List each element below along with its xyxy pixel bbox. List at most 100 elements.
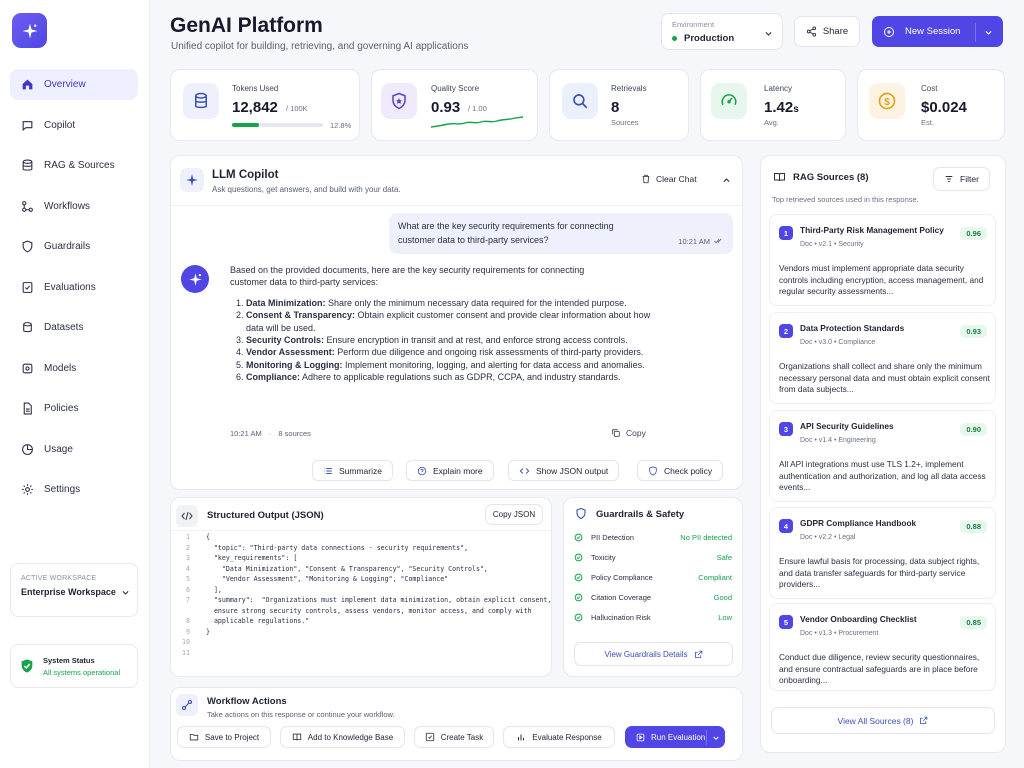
line-number: 1: [186, 533, 190, 541]
source-score: 0.93: [960, 325, 987, 338]
line-number: 2: [186, 543, 190, 552]
run-evaluation-button[interactable]: Run Evaluation: [625, 726, 725, 748]
list-item: Security Controls: Ensure encryption in …: [246, 334, 655, 346]
dollar-coin-icon: $: [869, 83, 905, 119]
database-icon: [20, 159, 34, 173]
line-number: 10: [182, 638, 190, 646]
guardrail-row-policy: Policy Compliance Compliant: [574, 569, 732, 585]
metric-value: $0.024: [921, 99, 967, 116]
source-description: Ensure lawful basis for processing, data…: [779, 556, 980, 590]
filter-icon: [945, 176, 953, 182]
chevron-up-icon[interactable]: [722, 176, 731, 185]
trash-icon: [642, 174, 650, 184]
guardrail-label: Hallucination Risk: [591, 612, 651, 622]
app-logo[interactable]: [12, 13, 47, 48]
check-policy-button[interactable]: Check policy: [637, 460, 724, 481]
add-to-knowledge-base-button[interactable]: Add to Knowledge Base: [280, 726, 405, 748]
share-button[interactable]: Share: [794, 16, 860, 47]
workflow-subtitle: Take actions on this response or continu…: [207, 710, 395, 719]
source-card-3[interactable]: 3 API Security Guidelines Doc • v1.4 • E…: [769, 410, 996, 502]
source-number: 2: [779, 324, 793, 338]
sidebar-item-policies[interactable]: Policies: [10, 393, 138, 424]
gear-icon: [20, 483, 34, 497]
sidebar-item-models[interactable]: Models: [10, 353, 138, 384]
search-icon: [562, 83, 598, 119]
chip-label: Show JSON output: [536, 465, 609, 476]
guardrail-row-citation: Citation Coverage Good: [574, 589, 732, 605]
shield-icon: [649, 465, 657, 476]
bar-chart-icon: [518, 734, 525, 741]
show-json-button[interactable]: Show JSON output: [508, 460, 620, 481]
document-icon: [20, 402, 34, 416]
metric-sub: Sources: [611, 118, 639, 127]
divider: [171, 205, 742, 206]
source-meta: Doc • v3.0 • Compliance: [800, 339, 876, 346]
chevron-down-icon: [765, 31, 772, 36]
action-label: Add to Knowledge Base: [307, 732, 394, 742]
source-card-2[interactable]: 2 Data Protection Standards Doc • v3.0 •…: [769, 312, 996, 404]
line-number: 9: [186, 627, 190, 636]
copy-message-button[interactable]: Copy: [611, 428, 646, 438]
source-card-4[interactable]: 4 GDPR Compliance Handbook Doc • v2.2 • …: [769, 507, 996, 599]
save-to-project-button[interactable]: Save to Project: [177, 726, 271, 748]
sidebar-item-label: Policies: [44, 403, 79, 414]
summarize-button[interactable]: Summarize: [312, 460, 393, 481]
sidebar-item-copilot[interactable]: Copilot: [10, 110, 138, 141]
workflow-icon: [20, 200, 34, 214]
copy-icon: [612, 429, 620, 437]
line-number: 6: [186, 585, 190, 594]
metric-tokens: Tokens Used 12,842 / 100K 12.8%: [170, 69, 360, 141]
source-number: 1: [779, 226, 793, 240]
filter-button[interactable]: Filter: [933, 167, 990, 191]
guardrail-value: Safe: [716, 552, 732, 562]
checklist-icon: [20, 281, 34, 295]
sidebar-item-rag-sources[interactable]: RAG & Sources: [10, 150, 138, 181]
code-line: "Vendor Assessment", "Monitoring & Loggi…: [206, 575, 449, 583]
sidebar-item-datasets[interactable]: Datasets: [10, 312, 138, 343]
check-circle-icon: [574, 573, 583, 581]
sidebar-item-guardrails[interactable]: Guardrails: [10, 231, 138, 262]
view-all-sources-button[interactable]: View All Sources (8): [771, 707, 995, 734]
source-description: Conduct due diligence, review security q…: [779, 652, 980, 686]
create-task-button[interactable]: Create Task: [414, 726, 494, 748]
code-line: "key_requirements": [: [206, 554, 298, 562]
sidebar-item-settings[interactable]: Settings: [10, 474, 138, 505]
sidebar-item-usage[interactable]: Usage: [10, 434, 138, 465]
workspace-selector[interactable]: ACTIVE WORKSPACE Enterprise Workspace: [10, 563, 138, 617]
chevron-down-icon[interactable]: [984, 28, 993, 37]
sidebar-item-workflows[interactable]: Workflows: [10, 191, 138, 222]
help-circle-icon: [417, 466, 427, 475]
requirements-list: Data Minimization: Share only the minimu…: [220, 297, 655, 384]
new-session-button[interactable]: New Session: [872, 16, 1003, 47]
quality-sparkline: [431, 116, 523, 128]
copy-json-button[interactable]: Copy JSON: [485, 504, 543, 525]
source-score: 0.90: [960, 423, 987, 436]
metric-quality: Quality Score 0.93 / 1.00: [371, 69, 538, 141]
sidebar-item-overview[interactable]: Overview: [10, 69, 138, 100]
status-label: System Status: [43, 655, 95, 665]
clear-chat-button[interactable]: Clear Chat: [641, 174, 697, 184]
source-card-1[interactable]: 1 Third-Party Risk Management Policy Doc…: [769, 214, 996, 306]
source-title: GDPR Compliance Handbook: [800, 518, 917, 528]
evaluate-response-button[interactable]: Evaluate Response: [503, 726, 615, 748]
message-sources: 8 sources: [278, 429, 311, 438]
source-card-5[interactable]: 5 Vendor Onboarding Checklist Doc • v1.3…: [769, 603, 996, 691]
guardrails-title: Guardrails & Safety: [596, 509, 685, 520]
database-icon: [183, 83, 219, 119]
message-time: 10:21 AM: [678, 236, 710, 246]
explain-more-button[interactable]: Explain more: [406, 460, 494, 481]
chevron-down-icon[interactable]: [712, 734, 720, 742]
view-guardrails-details-button[interactable]: View Guardrails Details: [574, 642, 733, 666]
environment-selector[interactable]: Environment Production: [661, 13, 783, 50]
sparkle-icon: [180, 168, 204, 192]
action-label: Evaluate Response: [532, 732, 602, 742]
sidebar-item-evaluations[interactable]: Evaluations: [10, 272, 138, 303]
source-meta: Doc • v1.3 • Procurement: [800, 630, 879, 637]
code-line: "summary": "Organizations must implement…: [206, 596, 552, 604]
metric-value: 1.42s: [764, 99, 799, 116]
filter-label: Filter: [960, 174, 979, 184]
list-item: Consent & Transparency: Obtain explicit …: [246, 309, 655, 334]
chevron-down-icon: [122, 590, 129, 595]
check-circle-icon: [574, 593, 583, 601]
source-title: Third-Party Risk Management Policy: [800, 225, 944, 235]
